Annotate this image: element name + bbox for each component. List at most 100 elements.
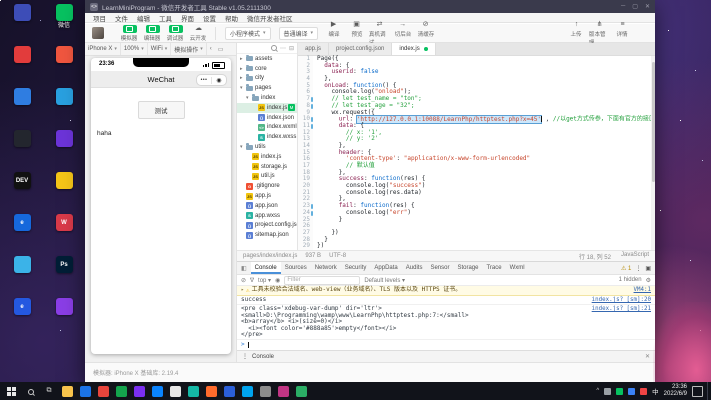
tree-file-app.wxss[interactable]: Sapp.wxss [237,211,297,221]
menu-item-微信开发者社区[interactable]: 微信开发者社区 [247,13,293,23]
more-icon[interactable]: ••• [197,77,211,83]
menu-item-界面[interactable]: 界面 [181,13,194,23]
taskbar-app-12[interactable] [260,385,271,397]
taskbar-app-5[interactable] [134,385,145,397]
close-button[interactable]: ✕ [645,3,650,10]
dock-icon[interactable]: ▣ [645,265,651,272]
taskbar-clock[interactable]: 23:36 2022/6/9 [664,384,687,398]
title-bar[interactable]: <> LearnMiniProgram - 微信开发者工具 Stable v1.… [85,0,655,13]
devtools-tab-Trace[interactable]: Trace [482,262,505,274]
desktop-icon[interactable]: e [4,298,40,324]
collapse-icon[interactable]: ⊟ [289,45,294,52]
settings-gear-icon[interactable]: ⚙ [646,277,651,284]
dock-side-icon[interactable]: ◧ [237,265,251,272]
rotate-icon[interactable]: ‹ [207,46,215,52]
sim-dropdown-100%[interactable]: 100% ▾ [121,43,148,55]
desktop-icon[interactable]: Ps [46,256,82,282]
taskbar-app-9[interactable] [206,385,217,397]
tray-icon-4[interactable] [640,387,648,395]
avatar[interactable] [92,27,104,39]
levels-select[interactable]: Default levels ▾ [364,277,405,284]
taskbar-app-6[interactable] [152,385,163,397]
devtools-tab-Console[interactable]: Console [250,262,281,274]
devtools-tab-Sources[interactable]: Sources [281,262,311,274]
notification-center-icon[interactable] [692,385,703,397]
editor-scrollbar[interactable] [651,56,655,250]
tree-folder-utils[interactable]: ▾ utils [237,142,297,152]
tree-folder-pages[interactable]: ▾ pages [237,83,297,93]
menu-item-编辑[interactable]: 编辑 [137,13,150,23]
home-icon[interactable]: ◉ [211,76,226,84]
tree-folder-assets[interactable]: ▸ assets [237,54,297,64]
maximize-button[interactable]: ▢ [632,3,638,10]
taskbar-app-4[interactable] [116,385,127,397]
miniprogram-capsule[interactable]: ••• ◉ [196,74,227,86]
editor-tab-project.config.json[interactable]: project.config.json [329,43,393,55]
tree-file-app.json[interactable]: {} app.json [237,201,297,211]
drawer-tab-console[interactable]: Console [252,354,274,360]
tree-file-index.json[interactable]: {} index.json [237,113,297,123]
sim-dropdown-模拟操作[interactable]: 模拟操作 ▾ [171,43,207,55]
editor-tab-app.js[interactable]: app.js [298,43,330,55]
desktop-icon[interactable] [4,46,40,72]
desktop-icon[interactable] [4,256,40,282]
devtools-tab-Audits[interactable]: Audits [402,262,427,274]
editor-tab-index.js[interactable]: index.js [392,43,436,55]
sim-dropdown-WiFi[interactable]: WiFi ▾ [148,43,172,55]
desktop-icon[interactable]: W [46,214,82,240]
input-method-indicator[interactable]: 中 [652,386,659,396]
test-button[interactable]: 测试 [137,101,185,119]
tree-file-.gitignore[interactable]: G .gitignore [237,181,297,191]
task-view-button[interactable]: ⧉ [40,387,58,395]
desktop-icon[interactable] [4,4,40,30]
taskbar-app-14[interactable] [296,385,307,397]
console-source-link[interactable]: VM4:1 [634,287,651,293]
start-button[interactable] [0,386,22,396]
tree-folder-index[interactable]: ▾ index [237,93,297,103]
filter-icon[interactable]: ∇ [250,277,254,284]
tray-icon-2[interactable] [616,387,624,395]
tree-folder-core[interactable]: ▸ core [237,64,297,74]
clear-console-icon[interactable]: ⊘ [241,277,246,284]
desktop-icon[interactable] [46,172,82,198]
toggle-调试器[interactable]: 调试器 [164,24,187,42]
menu-item-工具[interactable]: 工具 [159,13,172,23]
menu-item-项目[interactable]: 项目 [93,13,106,23]
compile-mode-select[interactable]: 普通编译 ▾ [278,26,319,40]
devtools-tab-Security[interactable]: Security [341,262,371,274]
filter-input[interactable]: Filter [284,275,361,285]
tree-file-index.wxss[interactable]: Sindex.wxss [237,132,297,142]
search-icon[interactable] [270,45,277,51]
tree-file-app.js[interactable]: JS app.js [237,191,297,201]
desktop-icon[interactable] [46,46,82,72]
more-icon[interactable]: ⋯ [280,45,286,52]
tree-file-index.js[interactable]: JS index.js M [237,102,297,113]
sim-dropdown-iPhone X[interactable]: iPhone X ▾ [85,43,121,55]
cursor-position[interactable]: 行 18, 列 52 [579,252,611,261]
tree-file-project.config.json[interactable]: {}project.config.json [237,221,297,231]
toggle-编辑器[interactable]: 编辑器 [141,24,164,42]
menu-item-帮助[interactable]: 帮助 [225,13,238,23]
language-mode[interactable]: JavaScript [621,252,649,261]
tree-file-index.wxml[interactable]: <> index.wxml [237,123,297,133]
desktop-icon[interactable] [46,88,82,114]
toggle-模拟器[interactable]: 模拟器 [118,24,141,42]
tree-folder-city[interactable]: ▸ city [237,74,297,84]
kebab-icon[interactable]: ⋮ [635,265,641,272]
show-desktop-button[interactable] [707,382,711,400]
menu-item-设置[interactable]: 设置 [203,13,216,23]
tree-file-storage.js[interactable]: JS storage.js [237,162,297,172]
taskbar-app-11[interactable] [242,385,253,397]
taskbar-app-10[interactable] [224,385,235,397]
taskbar-app-13[interactable] [278,385,289,397]
devtools-tab-Storage[interactable]: Storage [453,262,482,274]
devtools-tab-Network[interactable]: Network [311,262,341,274]
kebab-icon[interactable]: ⋮ [242,353,248,360]
taskbar-app-1[interactable] [62,385,73,397]
cloud-dev-button[interactable]: ☁ 云开发 [187,24,210,42]
desktop-icon[interactable]: DEV [4,172,40,198]
eye-icon[interactable]: ◉ [275,277,280,284]
screenshot-icon[interactable]: ▭ [215,46,227,53]
expand-arrow-icon[interactable]: ▸ [241,287,244,293]
taskbar-app-7[interactable] [170,385,181,397]
